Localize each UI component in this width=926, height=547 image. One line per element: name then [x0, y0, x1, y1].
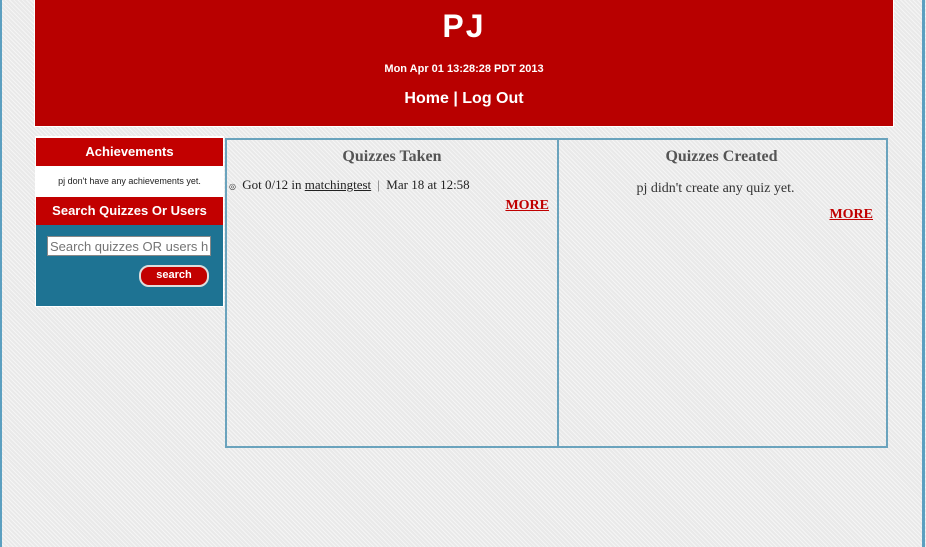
search-input[interactable]: [47, 236, 211, 256]
page-title: PJ: [442, 8, 486, 44]
achievements-text: pj don't have any achievements yet.: [36, 166, 223, 196]
item-separator: |: [377, 177, 381, 192]
quizzes-created-panel: Quizzes Created pj didn't create any qui…: [557, 138, 888, 448]
sidebar: Achievements pj don't have any achieveme…: [35, 136, 224, 307]
page-frame-left: [0, 0, 2, 547]
quiz-date: Mar 18 at 12:58: [386, 177, 470, 192]
bullet-icon: ◎: [229, 182, 236, 191]
quizzes-taken-heading: Quizzes Taken: [342, 148, 442, 165]
achievements-heading: Achievements: [36, 137, 223, 166]
page-frame-right: [922, 0, 925, 547]
quizzes-taken-panel: Quizzes Taken ◎ Got 0/12 in matchingtest…: [225, 138, 559, 448]
search-heading: Search Quizzes Or Users: [36, 196, 223, 225]
quiz-link[interactable]: matchingtest: [305, 177, 371, 192]
search-button[interactable]: search: [139, 265, 209, 287]
quizzes-created-more-link[interactable]: MORE: [829, 207, 873, 223]
nav-separator: |: [453, 90, 458, 107]
list-item: ◎ Got 0/12 in matchingtest | Mar 18 at 1…: [229, 177, 470, 193]
home-link[interactable]: Home: [404, 90, 448, 107]
quizzes-created-heading: Quizzes Created: [665, 148, 778, 165]
search-form: search: [36, 225, 223, 305]
current-date: Mon Apr 01 13:28:28 PDT 2013: [384, 63, 544, 75]
quizzes-created-empty-text: pj didn't create any quiz yet.: [636, 181, 795, 196]
quizzes-taken-more-link[interactable]: MORE: [505, 198, 549, 214]
page-header: PJ Mon Apr 01 13:28:28 PDT 2013 Home | L…: [34, 0, 894, 127]
top-nav: Home | Log Out: [35, 90, 893, 108]
quiz-result: Got 0/12 in: [242, 177, 302, 192]
logout-link[interactable]: Log Out: [462, 90, 523, 107]
